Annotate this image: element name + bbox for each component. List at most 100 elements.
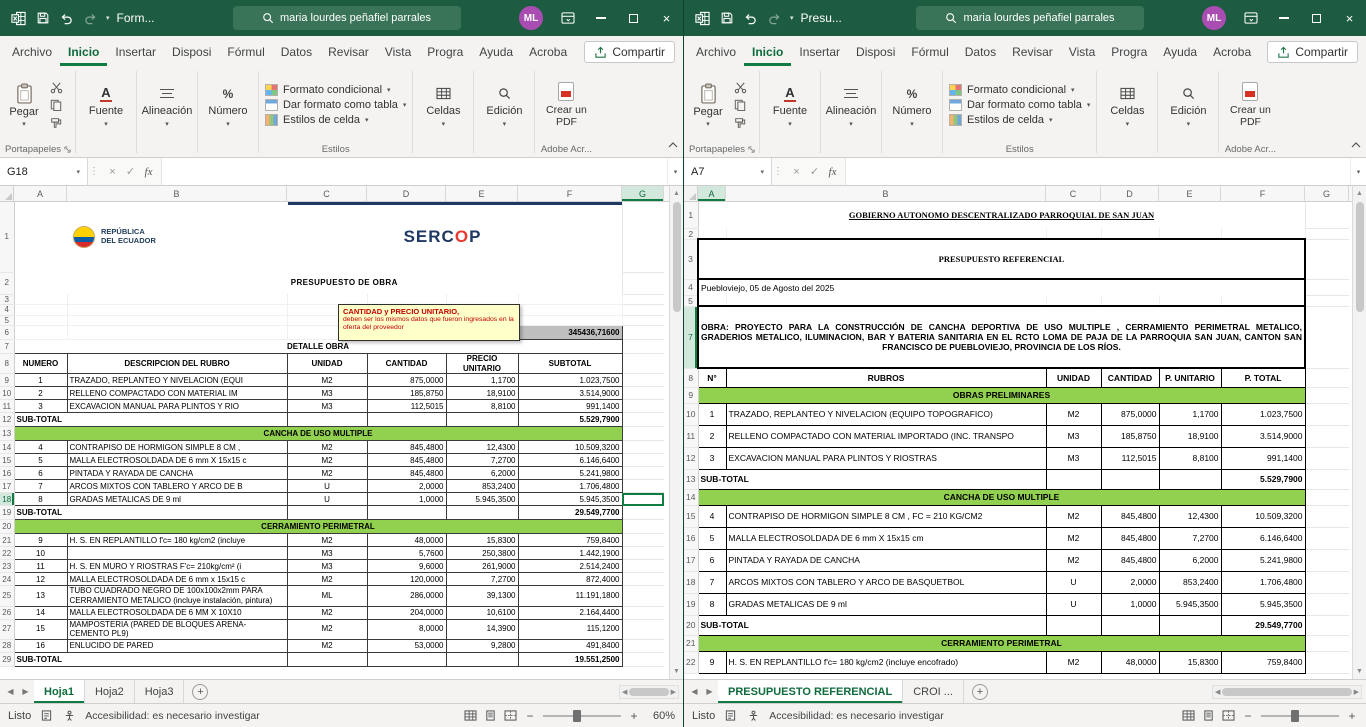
item-total[interactable]: 3.514,9000 (1221, 425, 1305, 447)
grid-cell[interactable] (1305, 403, 1349, 425)
item-total[interactable]: 115,1200 (518, 619, 622, 639)
close-button[interactable]: × (1333, 0, 1366, 36)
row-header-1[interactable]: 1 (684, 202, 698, 228)
item-number[interactable]: 11 (14, 560, 67, 573)
item-quantity[interactable]: 845,4800 (367, 441, 446, 454)
item-number[interactable]: 2 (698, 425, 726, 447)
row-header-23[interactable]: 23 (0, 560, 14, 573)
font-group-button[interactable]: A Fuente ▾ (761, 68, 819, 157)
formula-bar-expand-icon[interactable]: ▾ (667, 158, 683, 185)
column-header-a[interactable]: A (698, 186, 726, 201)
sheet-tab-hoja3[interactable]: Hoja3 (135, 680, 185, 703)
quick-access-caret-icon[interactable]: ▾ (106, 14, 110, 22)
hscroll-left-icon[interactable]: ◀ (1215, 688, 1220, 696)
item-unit-price[interactable]: 1,1700 (1159, 403, 1221, 425)
ribbon-tab-progra[interactable]: Progra (1103, 39, 1155, 66)
column-header-b[interactable]: B (67, 186, 287, 201)
number-group-button[interactable]: % Número ▾ (883, 68, 941, 157)
alignment-group-button[interactable]: Alineación ▾ (822, 68, 880, 157)
document-subtitle[interactable]: PRESUPUESTO REFERENCIAL (698, 239, 1305, 279)
vscroll-thumb[interactable] (673, 202, 681, 312)
col-header-description[interactable]: RUBROS (726, 368, 1046, 387)
editing-group-button[interactable]: Edición ▾ (475, 68, 533, 157)
column-header-g[interactable]: G (622, 186, 664, 201)
sheet-tab-croi-[interactable]: CROI ... (903, 680, 964, 703)
grid-cell[interactable] (287, 413, 367, 427)
confirm-entry-icon[interactable]: ✓ (123, 165, 138, 178)
item-number[interactable]: 14 (14, 606, 67, 619)
item-description[interactable]: H. S. EN REPLANTILLO f'c= 180 kg/cm2 (in… (726, 651, 1046, 673)
item-number[interactable]: 5 (698, 527, 726, 549)
item-unit-price[interactable]: 15,8300 (1159, 651, 1221, 673)
cell-styles-button[interactable]: Estilos de celda ▾ (949, 114, 1090, 126)
item-total[interactable]: 1.023,7500 (1221, 403, 1305, 425)
grid-cell[interactable] (622, 400, 664, 413)
subtotal-label[interactable]: SUB-TOTAL (14, 413, 287, 427)
item-unit-price[interactable]: 6,2000 (1159, 549, 1221, 571)
grid-cell[interactable] (14, 202, 67, 272)
cancel-entry-icon[interactable]: × (105, 166, 120, 178)
grid-cell[interactable] (622, 573, 664, 586)
item-quantity[interactable]: 53,0000 (367, 639, 446, 652)
accessibility-icon[interactable] (62, 709, 77, 723)
column-header-c[interactable]: C (287, 186, 367, 201)
item-unit[interactable]: M3 (1046, 425, 1101, 447)
item-description[interactable]: RELLENO COMPACTADO CON MATERIAL IM (67, 387, 287, 400)
new-sheet-button[interactable]: + (192, 684, 208, 700)
row-header-12[interactable]: 12 (0, 413, 14, 427)
item-description[interactable]: TRAZADO, REPLANTEO Y NIVELACION (EQUI (67, 374, 287, 387)
grid-cell[interactable] (622, 272, 664, 294)
zoom-slider[interactable] (543, 710, 621, 722)
subtotal-value[interactable]: 29.549,7700 (1221, 615, 1305, 635)
item-unit-price[interactable]: 12,4300 (1159, 505, 1221, 527)
item-unit[interactable]: M2 (1046, 505, 1101, 527)
save-icon[interactable] (718, 10, 735, 27)
grid-cell[interactable] (1305, 228, 1349, 239)
redo-icon[interactable] (766, 10, 783, 27)
item-unit-price[interactable]: 12,4300 (446, 441, 518, 454)
row-header-17[interactable]: 17 (0, 480, 14, 493)
item-description[interactable]: ARCOS MIXTOS CON TABLERO Y ARCO DE B (67, 480, 287, 493)
row-header-11[interactable]: 11 (0, 400, 14, 413)
col-header-unit[interactable]: UNIDAD (287, 354, 367, 374)
item-unit-price[interactable]: 5.945,3500 (1159, 593, 1221, 615)
col-header-unit-price[interactable]: P. UNITARIO (1159, 368, 1221, 387)
item-number[interactable]: 6 (14, 467, 67, 480)
dialog-launcher-icon[interactable] (64, 146, 71, 153)
col-header-unit-price[interactable]: PRECIO UNITARIO (446, 354, 518, 374)
ribbon-tab-acroba[interactable]: Acroba (521, 39, 575, 66)
ribbon-tab-frmul[interactable]: Fórmul (903, 39, 956, 66)
row-header-6[interactable]: 6 (0, 326, 14, 340)
conditional-formatting-button[interactable]: Formato condicional ▾ (949, 84, 1090, 96)
column-header-e[interactable]: E (446, 186, 518, 201)
collapse-ribbon-icon[interactable] (668, 135, 678, 153)
grid-cell[interactable] (1101, 615, 1159, 635)
ribbon-tab-datos[interactable]: Datos (957, 39, 1004, 66)
cut-button[interactable] (734, 81, 752, 94)
grid-cell[interactable] (1159, 469, 1221, 489)
alignment-group-button[interactable]: Alineación ▾ (138, 68, 196, 157)
item-unit-price[interactable]: 9,2800 (446, 639, 518, 652)
item-quantity[interactable]: 875,0000 (1101, 403, 1159, 425)
grid-cell[interactable] (1305, 447, 1349, 469)
item-unit-price[interactable]: 250,3800 (446, 547, 518, 560)
ribbon-tab-datos[interactable]: Datos (273, 39, 320, 66)
cells-group-button[interactable]: Celdas ▾ (414, 68, 472, 157)
row-header-21[interactable]: 21 (0, 534, 14, 547)
row-header-5[interactable]: 5 (0, 315, 14, 326)
copy-button[interactable] (734, 99, 752, 112)
row-header-9[interactable]: 9 (0, 374, 14, 387)
select-all-corner[interactable] (0, 186, 14, 201)
item-total[interactable]: 491,8400 (518, 639, 622, 652)
page-layout-view-icon[interactable] (1202, 710, 1215, 721)
item-quantity[interactable]: 2,0000 (367, 480, 446, 493)
item-quantity[interactable]: 48,0000 (367, 534, 446, 547)
grid-cell[interactable] (1101, 295, 1159, 306)
row-header-19[interactable]: 19 (684, 593, 698, 615)
normal-view-icon[interactable] (464, 710, 477, 721)
table-banner[interactable]: DETALLE OBRA (14, 340, 622, 354)
ribbon-display-options-icon[interactable] (551, 0, 584, 36)
row-header-5[interactable]: 5 (684, 295, 698, 306)
row-header-19[interactable]: 19 (0, 506, 14, 520)
item-unit-price[interactable]: 1,1700 (446, 374, 518, 387)
